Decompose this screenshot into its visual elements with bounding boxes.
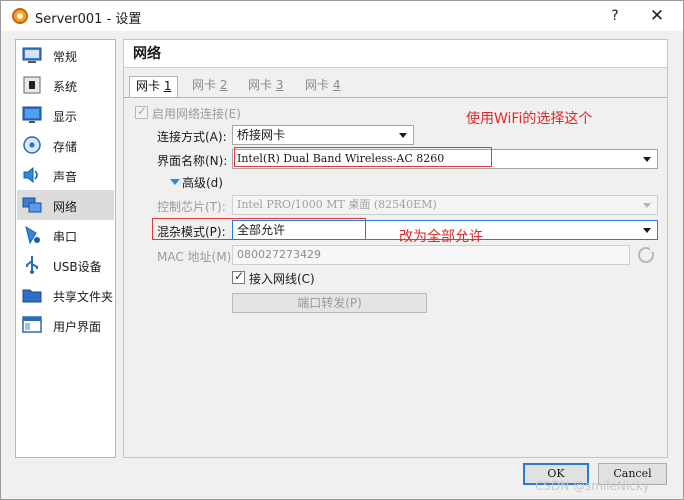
attached-to-value: 桥接网卡 xyxy=(237,128,286,142)
usb-icon xyxy=(26,256,38,274)
tab-adapter-1[interactable]: 网卡 1 xyxy=(129,76,179,98)
annotation-box-promiscuous xyxy=(152,218,366,240)
refresh-mac-icon[interactable] xyxy=(638,247,655,263)
settings-sidebar: 常规 系统 显示 存储 声音 网络 串口 USB设备 共享文件夹 用户界面 xyxy=(15,39,116,458)
tab-adapter-3[interactable]: 网卡 3 xyxy=(242,76,289,96)
window-title: Server001 - 设置 xyxy=(35,12,142,27)
close-button[interactable]: ✕ xyxy=(646,5,668,27)
page-title: 网络 xyxy=(124,40,667,68)
title-bar: Server001 - 设置 ? ✕ xyxy=(1,1,683,31)
advanced-toggle[interactable]: 高级(d) xyxy=(182,174,223,191)
tab-divider xyxy=(124,97,667,98)
sidebar-item-usb[interactable]: USB设备 xyxy=(17,250,114,280)
sidebar-item-label: USB设备 xyxy=(53,260,102,274)
tab-adapter-2[interactable]: 网卡 2 xyxy=(186,76,233,96)
sidebar-item-label: 共享文件夹 xyxy=(53,290,114,304)
chevron-down-icon xyxy=(643,157,651,162)
tab-number: 4 xyxy=(332,78,341,92)
sidebar-item-label: 存储 xyxy=(53,140,78,154)
chevron-down-icon xyxy=(643,228,651,233)
sidebar-item-audio[interactable]: 声音 xyxy=(17,160,114,190)
display-monitor-icon xyxy=(22,106,42,123)
tab-label: 网卡 xyxy=(248,78,276,92)
tab-number: 1 xyxy=(163,79,172,93)
settings-window: Server001 - 设置 ? ✕ 常规 系统 显示 存储 声音 网络 串口 … xyxy=(0,0,684,500)
mac-address-value: 080027273429 xyxy=(237,248,321,261)
annotation-box-interface-name xyxy=(234,147,492,167)
sidebar-item-label: 声音 xyxy=(53,170,78,184)
tab-label: 网卡 xyxy=(305,78,333,92)
sidebar-item-label: 网络 xyxy=(53,200,78,214)
cable-connected-checkbox[interactable]: ✓ xyxy=(232,269,245,284)
attached-to-label: 连接方式(A): xyxy=(157,130,227,144)
enable-adapter-label: 启用网络连接(E) xyxy=(152,107,241,121)
chevron-down-icon xyxy=(643,203,651,208)
sidebar-item-shared-folders[interactable]: 共享文件夹 xyxy=(17,280,114,310)
interface-name-label: 界面名称(N): xyxy=(157,154,228,168)
network-icon xyxy=(22,197,42,213)
help-button[interactable]: ? xyxy=(604,5,626,27)
port-forwarding-button[interactable]: 端口转发(P) xyxy=(232,293,427,313)
sidebar-item-label: 用户界面 xyxy=(53,320,102,334)
system-chip-icon xyxy=(23,76,41,94)
sidebar-item-storage[interactable]: 存储 xyxy=(17,130,114,160)
tab-number: 2 xyxy=(219,78,228,92)
sidebar-item-label: 常规 xyxy=(53,50,78,64)
sidebar-item-system[interactable]: 系统 xyxy=(17,70,114,100)
speaker-icon xyxy=(23,166,38,184)
cable-connected-label: 接入网线(C) xyxy=(249,272,315,286)
annotation-wifi-note: 使用WiFi的选择这个 xyxy=(466,111,593,127)
storage-disk-icon xyxy=(23,136,41,154)
sidebar-item-user-interface[interactable]: 用户界面 xyxy=(17,310,114,340)
watermark-text: CSDN @smileNicky xyxy=(535,479,650,493)
sidebar-item-serial[interactable]: 串口 xyxy=(17,220,114,250)
user-interface-icon xyxy=(22,316,42,333)
mac-address-field[interactable]: 080027273429 xyxy=(232,245,630,265)
checkmark-icon: ✓ xyxy=(137,104,148,118)
sidebar-item-general[interactable]: 常规 xyxy=(17,40,114,70)
sidebar-item-label: 显示 xyxy=(53,110,78,124)
tab-label: 网卡 xyxy=(192,78,220,92)
chevron-down-icon xyxy=(399,133,407,138)
enable-adapter-checkbox[interactable]: ✓ xyxy=(135,104,148,119)
tab-adapter-4[interactable]: 网卡 4 xyxy=(299,76,346,96)
network-settings-panel: 网络 网卡 1 网卡 2 网卡 3 网卡 4 ✓ 启用网络连接(E) 连接方式(… xyxy=(123,39,668,458)
adapter-type-value: Intel PRO/1000 MT 桌面 (82540EM) xyxy=(237,198,437,211)
adapter-type-select[interactable]: Intel PRO/1000 MT 桌面 (82540EM) xyxy=(232,195,658,215)
sidebar-item-label: 系统 xyxy=(53,80,78,94)
attached-to-select[interactable]: 桥接网卡 xyxy=(232,125,414,145)
tab-label: 网卡 xyxy=(136,79,164,93)
shared-folder-icon xyxy=(22,289,42,303)
virtualbox-app-icon xyxy=(12,8,28,24)
tab-number: 3 xyxy=(275,78,284,92)
general-settings-icon xyxy=(22,47,42,63)
mac-address-label: MAC 地址(M): xyxy=(157,250,236,264)
serial-port-icon xyxy=(25,225,40,245)
expand-triangle-icon[interactable] xyxy=(170,179,180,185)
annotation-promiscuous-note: 改为全部允许 xyxy=(399,229,483,245)
sidebar-item-network[interactable]: 网络 xyxy=(17,190,114,220)
checkmark-icon: ✓ xyxy=(234,269,245,283)
sidebar-item-display[interactable]: 显示 xyxy=(17,100,114,130)
sidebar-item-label: 串口 xyxy=(53,230,78,244)
adapter-type-label: 控制芯片(T): xyxy=(157,200,226,214)
